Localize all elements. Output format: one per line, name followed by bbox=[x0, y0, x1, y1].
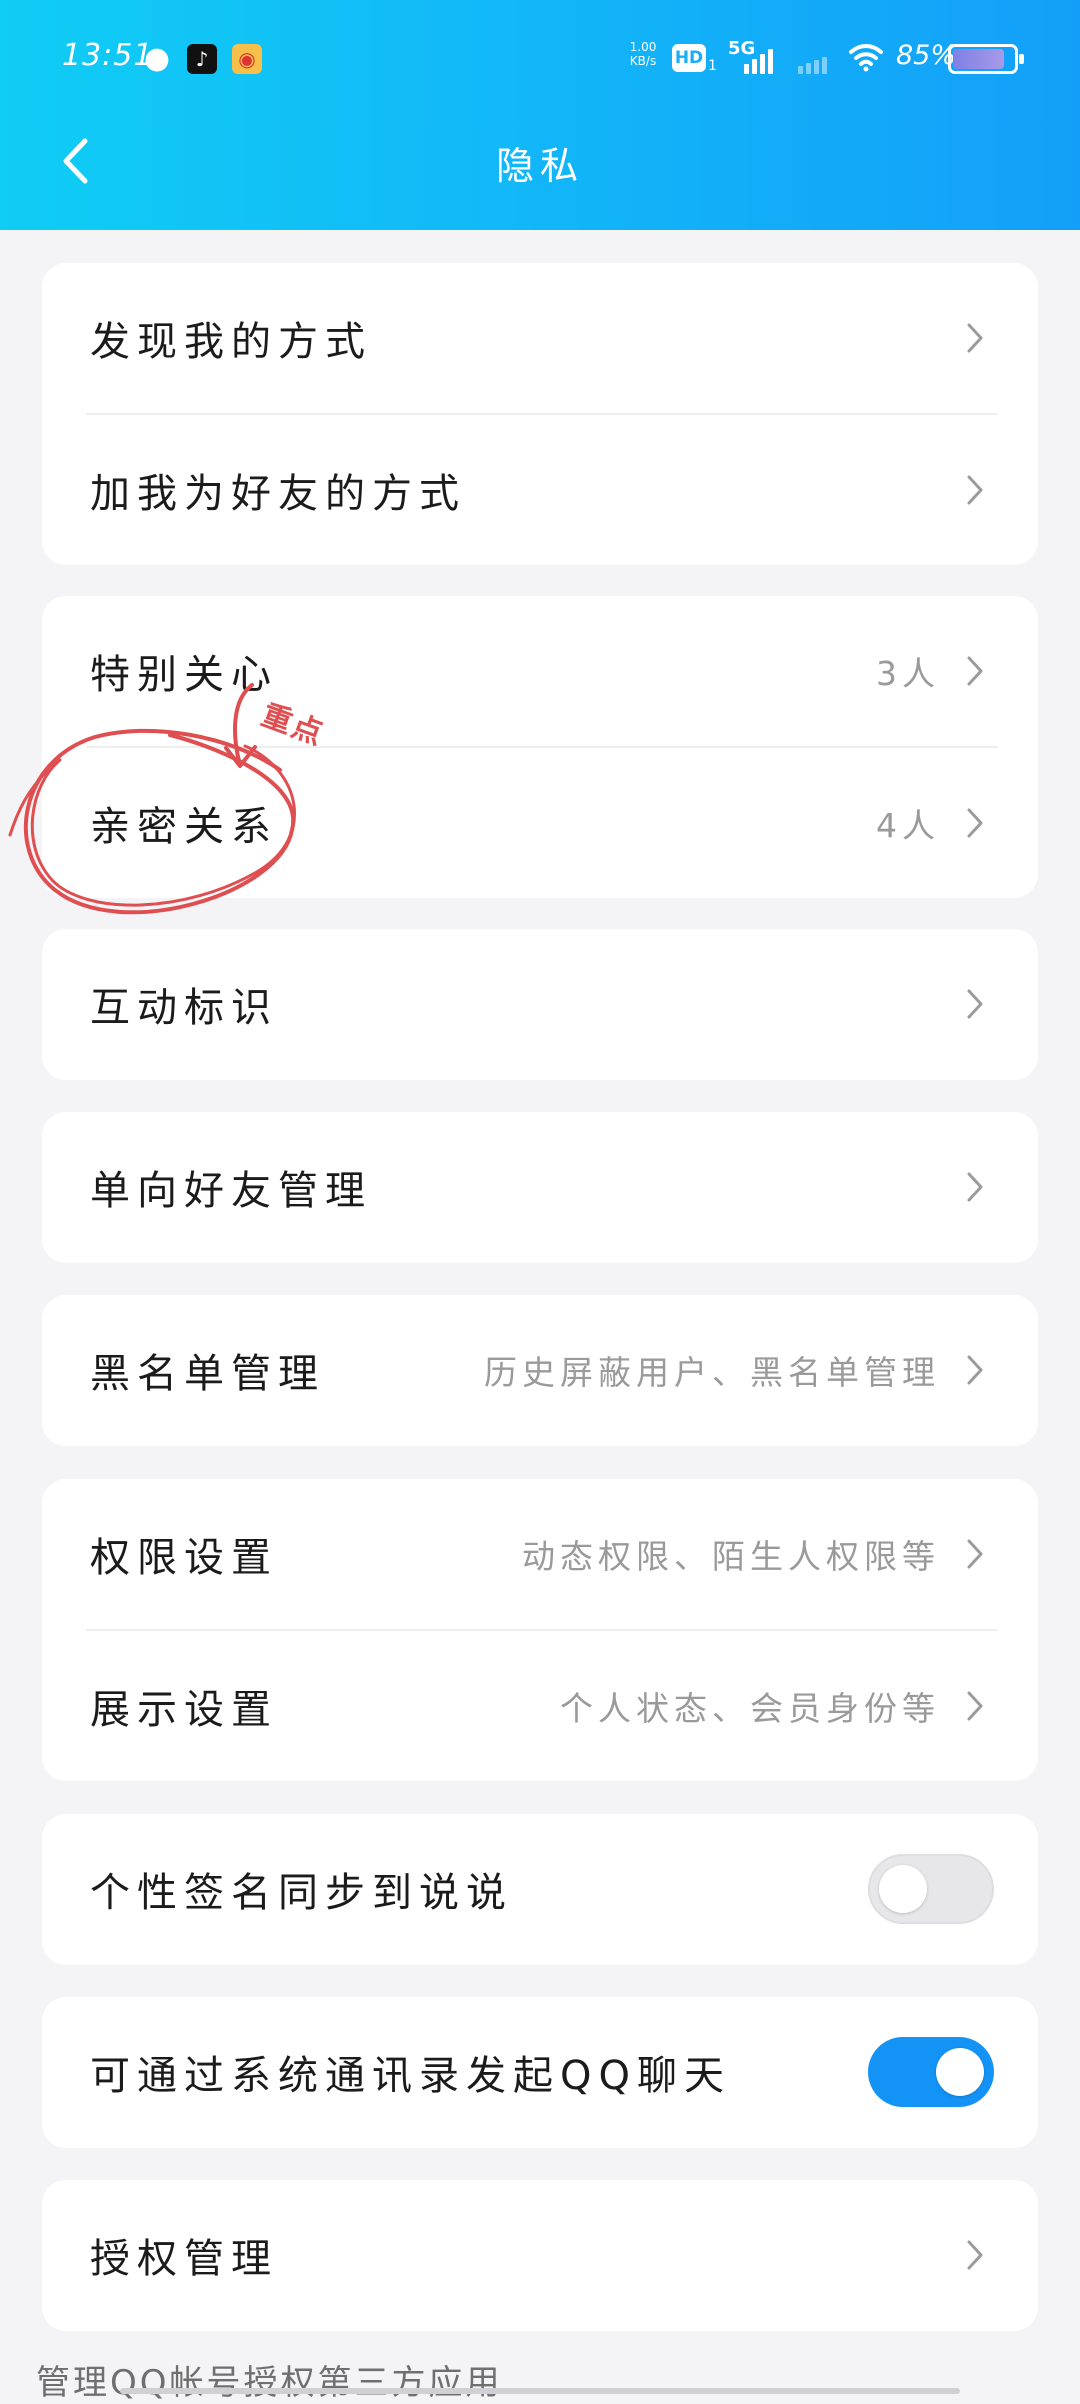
discover-me-row[interactable]: 发现我的方式 bbox=[42, 263, 1038, 413]
close-relationship-row[interactable]: 亲密关系 4人 bbox=[42, 748, 1038, 898]
chevron-right-icon bbox=[967, 1691, 983, 1721]
one-way-friend-row[interactable]: 单向好友管理 bbox=[42, 1112, 1038, 1262]
special-care-label: 特别关心 bbox=[90, 652, 278, 698]
close-relationship-count: 4人 bbox=[876, 806, 940, 845]
chevron-right-icon bbox=[967, 475, 983, 505]
secondary-signal-icon bbox=[798, 44, 827, 74]
toggle-knob bbox=[936, 2048, 984, 2096]
permission-settings-label: 权限设置 bbox=[90, 1535, 278, 1581]
status-bar: 13:51 ● ♪ ◉ 1.00 KB/s HD 1 5G 85% bbox=[0, 0, 1080, 120]
signature-sync-row: 个性签名同步到说说 bbox=[42, 1814, 1038, 1964]
wifi-icon bbox=[849, 44, 883, 72]
page-title: 隐私 bbox=[495, 144, 584, 188]
top-header: 13:51 ● ♪ ◉ 1.00 KB/s HD 1 5G 85% 隐私 bbox=[0, 0, 1080, 230]
battery-percentage: 85% bbox=[896, 40, 957, 71]
contacts-chat-toggle[interactable] bbox=[868, 2037, 994, 2107]
authorization-card: 授权管理 bbox=[42, 2180, 1038, 2331]
display-settings-row[interactable]: 展示设置 个人状态、会员身份等 bbox=[42, 1631, 1038, 1781]
status-time: 13:51 bbox=[62, 38, 154, 73]
hd-badge: HD bbox=[672, 44, 706, 72]
discover-settings-card: 发现我的方式 加我为好友的方式 bbox=[42, 263, 1038, 565]
special-care-row[interactable]: 特别关心 3人 bbox=[42, 596, 1038, 746]
relationship-settings-card: 特别关心 3人 亲密关系 4人 bbox=[42, 596, 1038, 898]
chevron-right-icon bbox=[967, 2240, 983, 2270]
chevron-right-icon bbox=[967, 989, 983, 1019]
display-settings-label: 展示设置 bbox=[90, 1687, 278, 1733]
hd-label: HD bbox=[674, 48, 704, 68]
weibo-icon: ◉ bbox=[232, 44, 262, 74]
chevron-right-icon bbox=[967, 323, 983, 353]
special-care-count: 3人 bbox=[876, 654, 940, 693]
battery-icon bbox=[948, 44, 1024, 74]
add-friend-method-row[interactable]: 加我为好友的方式 bbox=[42, 415, 1038, 565]
blacklist-management-label: 黑名单管理 bbox=[90, 1351, 325, 1397]
permission-settings-description: 动态权限、陌生人权限等 bbox=[522, 1537, 940, 1576]
chevron-right-icon bbox=[967, 1539, 983, 1569]
chevron-right-icon bbox=[967, 808, 983, 838]
one-way-friend-card: 单向好友管理 bbox=[42, 1112, 1038, 1263]
signature-sync-toggle[interactable] bbox=[868, 1854, 994, 1924]
blacklist-management-description: 历史屏蔽用户、黑名单管理 bbox=[484, 1353, 940, 1392]
network-speed: 1.00 KB/s bbox=[628, 40, 658, 68]
tiktok-icon: ♪ bbox=[187, 44, 217, 74]
interaction-badge-label: 互动标识 bbox=[90, 985, 278, 1031]
chevron-right-icon bbox=[967, 1355, 983, 1385]
authorization-management-row[interactable]: 授权管理 bbox=[42, 2180, 1038, 2330]
close-relationship-label: 亲密关系 bbox=[90, 804, 278, 850]
contacts-chat-card: 可通过系统通讯录发起QQ聊天 bbox=[42, 1997, 1038, 2148]
sim-index: 1 bbox=[708, 58, 717, 74]
authorization-management-label: 授权管理 bbox=[90, 2236, 278, 2282]
blacklist-card: 黑名单管理 历史屏蔽用户、黑名单管理 bbox=[42, 1295, 1038, 1446]
blacklist-management-row[interactable]: 黑名单管理 历史屏蔽用户、黑名单管理 bbox=[42, 1295, 1038, 1445]
signal-strength-icon bbox=[744, 44, 773, 74]
signature-sync-card: 个性签名同步到说说 bbox=[42, 1814, 1038, 1965]
permission-display-card: 权限设置 动态权限、陌生人权限等 展示设置 个人状态、会员身份等 bbox=[42, 1479, 1038, 1781]
chevron-right-icon bbox=[967, 656, 983, 686]
network-speed-unit: KB/s bbox=[629, 54, 657, 68]
authorization-footer-note: 管理QQ帐号授权第三方应用 bbox=[36, 2363, 503, 2403]
battery-level bbox=[953, 49, 1004, 69]
home-indicator bbox=[120, 2388, 960, 2394]
signature-sync-label: 个性签名同步到说说 bbox=[90, 1870, 513, 1916]
contacts-chat-label: 可通过系统通讯录发起QQ聊天 bbox=[90, 2053, 731, 2099]
interaction-badge-card: 互动标识 bbox=[42, 929, 1038, 1080]
toggle-knob bbox=[879, 1865, 927, 1913]
permission-settings-row[interactable]: 权限设置 动态权限、陌生人权限等 bbox=[42, 1479, 1038, 1629]
chevron-right-icon bbox=[967, 1172, 983, 1202]
interaction-badge-row[interactable]: 互动标识 bbox=[42, 929, 1038, 1079]
discover-me-label: 发现我的方式 bbox=[90, 319, 372, 365]
one-way-friend-label: 单向好友管理 bbox=[90, 1168, 372, 1214]
contacts-chat-row: 可通过系统通讯录发起QQ聊天 bbox=[42, 1997, 1038, 2147]
display-settings-description: 个人状态、会员身份等 bbox=[560, 1689, 940, 1728]
network-speed-value: 1.00 bbox=[629, 40, 657, 54]
add-friend-method-label: 加我为好友的方式 bbox=[90, 471, 466, 517]
wechat-icon: ● bbox=[143, 41, 171, 76]
